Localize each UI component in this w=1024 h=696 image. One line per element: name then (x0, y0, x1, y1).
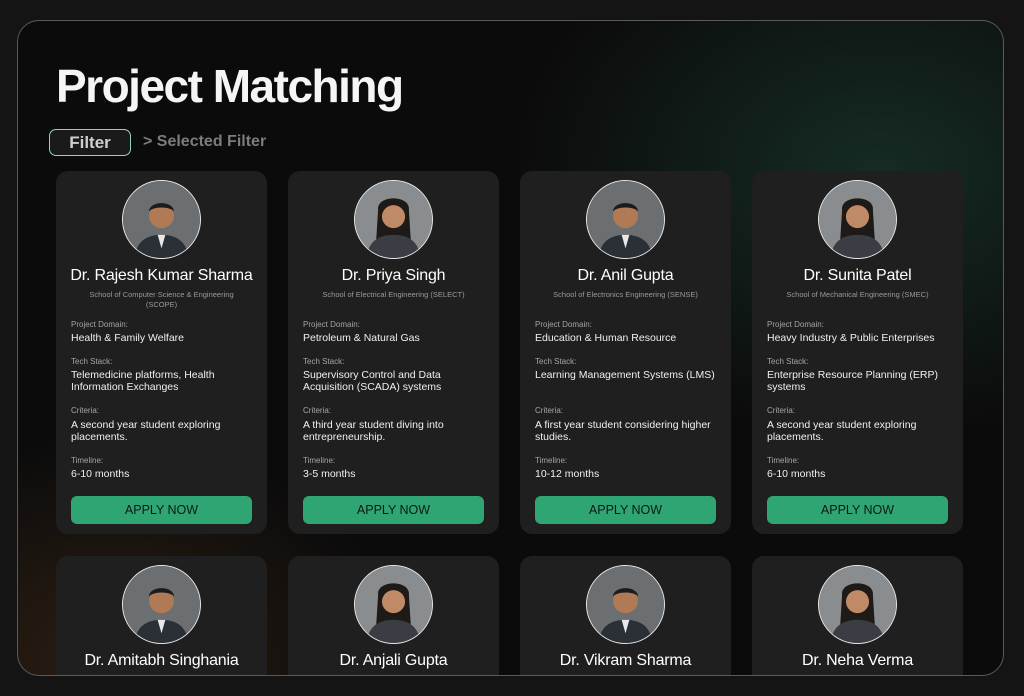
domain-label: Project Domain: (303, 320, 360, 329)
tech-value: Supervisory Control and Data Acquisition… (303, 369, 442, 393)
tech-label: Tech Stack: (303, 357, 345, 366)
criteria-value: A first year student considering higher … (535, 419, 711, 443)
apply-now-button[interactable]: APPLY NOW (767, 496, 948, 524)
female-avatar-icon (354, 180, 433, 259)
faculty-name: Dr. Neha Verma (801, 652, 914, 669)
filter-button[interactable]: Filter (49, 129, 131, 156)
tech-label: Tech Stack: (535, 357, 577, 366)
tech-value: Enterprise Resource Planning (ERP) syste… (767, 369, 938, 393)
tech-label: Tech Stack: (767, 357, 809, 366)
faculty-card: Dr. Rajesh Kumar Sharma School of Comput… (56, 171, 267, 534)
faculty-name: Dr. Sunita Patel (803, 267, 912, 284)
domain-label: Project Domain: (535, 320, 592, 329)
timeline-value: 10-12 months (535, 468, 600, 480)
timeline-label: Timeline: (535, 456, 568, 465)
apply-now-button[interactable]: APPLY NOW (535, 496, 716, 524)
faculty-card: Dr. Anil Gupta School of Electronics Eng… (520, 171, 731, 534)
faculty-card: Dr. Amitabh Singhania (56, 556, 267, 675)
criteria-value: A third year student diving into entrepr… (303, 419, 444, 443)
faculty-name: Dr. Anil Gupta (577, 267, 674, 284)
faculty-name: Dr. Amitabh Singhania (84, 652, 239, 669)
timeline-value: 3-5 months (303, 468, 356, 480)
domain-label: Project Domain: (767, 320, 824, 329)
male-avatar-icon (586, 180, 665, 259)
criteria-label: Criteria: (767, 406, 796, 415)
faculty-card: Dr. Neha Verma (752, 556, 963, 675)
domain-value: Heavy Industry & Public Enterprises (767, 332, 935, 344)
female-avatar-icon (818, 180, 897, 259)
apply-now-button[interactable]: APPLY NOW (303, 496, 484, 524)
faculty-school: School of Mechanical Engineering (SMEC) (786, 290, 929, 299)
domain-value: Education & Human Resource (535, 332, 677, 344)
selected-filter-breadcrumb[interactable]: > Selected Filter (143, 133, 266, 151)
male-avatar-icon (586, 565, 665, 644)
timeline-label: Timeline: (767, 456, 800, 465)
faculty-school: School of Electronics Engineering (SENSE… (553, 290, 698, 299)
female-avatar-icon (354, 565, 433, 644)
criteria-label: Criteria: (535, 406, 564, 415)
domain-value: Health & Family Welfare (71, 332, 185, 344)
apply-now-button[interactable]: APPLY NOW (71, 496, 252, 524)
timeline-value: 6-10 months (767, 468, 826, 480)
page-title: Project Matching (56, 60, 404, 112)
criteria-value: A second year student exploring placemen… (71, 419, 221, 443)
faculty-card: Dr. Priya Singh School of Electrical Eng… (288, 171, 499, 534)
domain-value: Petroleum & Natural Gas (303, 332, 420, 344)
faculty-card: Dr. Anjali Gupta (288, 556, 499, 675)
criteria-label: Criteria: (71, 406, 100, 415)
female-avatar-icon (818, 565, 897, 644)
domain-label: Project Domain: (71, 320, 128, 329)
male-avatar-icon (122, 180, 201, 259)
timeline-label: Timeline: (71, 456, 104, 465)
tech-value: Learning Management Systems (LMS) (535, 369, 715, 381)
faculty-card: Dr. Sunita Patel School of Mechanical En… (752, 171, 963, 534)
faculty-name: Dr. Anjali Gupta (339, 652, 448, 669)
criteria-label: Criteria: (303, 406, 332, 415)
criteria-value: A second year student exploring placemen… (767, 419, 917, 443)
faculty-name: Dr. Priya Singh (341, 267, 446, 284)
faculty-school: School of Computer Science & Engineering… (89, 290, 234, 309)
app-window: Project Matching Filter > Selected Filte… (17, 20, 1004, 676)
tech-value: Telemedicine platforms, Health Informati… (71, 369, 215, 393)
faculty-name: Dr. Vikram Sharma (559, 652, 692, 669)
timeline-value: 6-10 months (71, 468, 130, 480)
faculty-school: School of Electrical Engineering (SELECT… (322, 290, 465, 299)
timeline-label: Timeline: (303, 456, 336, 465)
faculty-card: Dr. Vikram Sharma (520, 556, 731, 675)
faculty-name: Dr. Rajesh Kumar Sharma (70, 267, 253, 284)
tech-label: Tech Stack: (71, 357, 113, 366)
male-avatar-icon (122, 565, 201, 644)
